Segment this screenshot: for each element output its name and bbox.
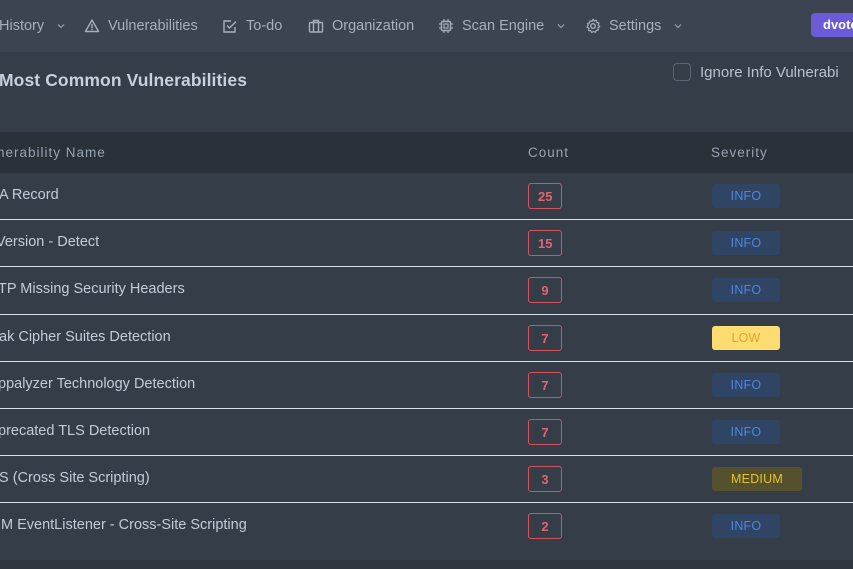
nav-item-vulnerabilities[interactable]: Vulnerabilities (84, 0, 198, 52)
nav-label: Vulnerabilities (108, 18, 198, 34)
briefcase-icon (308, 19, 324, 33)
nav-item-settings[interactable]: Settings (585, 0, 683, 52)
severity-badge: MEDIUM (712, 467, 802, 492)
table-header: nerability Name Count Severity (0, 132, 853, 173)
table-row[interactable]: TP Missing Security Headers 9 INFO (0, 267, 853, 315)
table-row[interactable]: ak Cipher Suites Detection 7 LOW (0, 314, 853, 362)
nav-label: Organization (332, 18, 415, 34)
table-row[interactable]: precated TLS Detection 7 INFO (0, 408, 853, 457)
table-row[interactable]: Version - Detect 15 INFO (0, 220, 853, 268)
severity-badge: INFO (712, 419, 780, 444)
checkbox-pencil-icon (223, 20, 237, 33)
ignore-info-label: Ignore Info Vulnerabi (700, 63, 839, 81)
chevron-down-icon (674, 24, 682, 29)
vulnerability-name: M EventListener - Cross-Site Scripting (1, 517, 247, 534)
count-badge: 25 (528, 183, 563, 209)
column-header-name[interactable]: nerability Name (0, 145, 106, 160)
most-common-vulnerabilities-card: Most Common Vulnerabilities Ignore Info … (0, 52, 853, 569)
card-footer (0, 560, 853, 569)
nav-item-organization[interactable]: Organization (308, 0, 414, 52)
gear-icon (586, 18, 601, 34)
table-body: A Record 25 INFO Version - Detect 15 INF… (0, 173, 853, 551)
vulnerability-name: S (Cross Site Scripting) (0, 470, 150, 487)
severity-badge: LOW (712, 325, 780, 350)
warning-triangle-icon (84, 19, 100, 33)
severity-badge: INFO (712, 184, 780, 208)
vulnerability-name: TP Missing Security Headers (0, 281, 185, 298)
nav-label: Scan Engine (462, 18, 545, 34)
severity-badge: INFO (712, 231, 780, 256)
ignore-info-toggle[interactable]: Ignore Info Vulnerabi (673, 63, 839, 81)
column-header-severity[interactable]: Severity (711, 145, 768, 160)
card-title: Most Common Vulnerabilities (0, 70, 248, 90)
table-row[interactable]: M EventListener - Cross-Site Scripting 2… (0, 503, 853, 551)
count-badge: 9 (528, 277, 562, 304)
top-navigation: History Vulnerabilities To-do Organizati… (0, 0, 853, 52)
severity-badge: INFO (712, 514, 780, 539)
count-badge: 3 (528, 466, 562, 493)
ignore-info-checkbox[interactable] (673, 63, 691, 81)
user-menu-button[interactable]: dvote (811, 13, 853, 37)
chevron-down-icon (557, 24, 565, 29)
severity-badge: INFO (712, 372, 780, 397)
vulnerability-name: precated TLS Detection (0, 422, 151, 439)
nav-item-todo[interactable]: To-do (222, 0, 282, 52)
nav-label: History (0, 18, 45, 34)
table-row[interactable]: S (Cross Site Scripting) 3 MEDIUM (0, 456, 853, 504)
count-badge: 7 (528, 324, 562, 351)
count-badge: 15 (528, 230, 563, 257)
chevron-down-icon (57, 24, 65, 29)
vulnerability-name: ak Cipher Suites Detection (0, 328, 171, 345)
vulnerability-name: Version - Detect (0, 234, 100, 251)
table-row[interactable]: A Record 25 INFO (0, 173, 853, 221)
nav-item-scan-engine[interactable]: Scan Engine (438, 0, 566, 52)
cpu-chip-icon (439, 19, 453, 33)
vulnerability-name: A Record (0, 187, 59, 203)
nav-label: To-do (246, 18, 283, 34)
table-row[interactable]: ppalyzer Technology Detection 7 INFO (0, 361, 853, 409)
nav-item-history[interactable]: History (0, 0, 66, 52)
vulnerability-name: ppalyzer Technology Detection (0, 375, 196, 392)
count-badge: 7 (528, 371, 562, 398)
column-header-count[interactable]: Count (528, 145, 569, 160)
nav-label: Settings (609, 18, 662, 34)
count-badge: 2 (528, 513, 562, 540)
count-badge: 7 (528, 418, 562, 445)
severity-badge: INFO (712, 278, 780, 303)
